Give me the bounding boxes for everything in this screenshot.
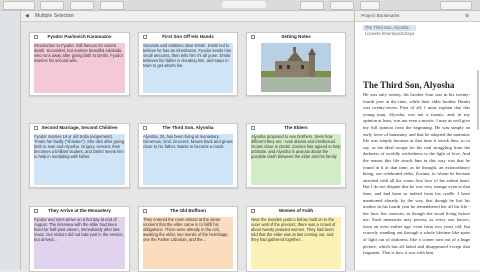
card-synopsis: Fyodor and sons arrive on a hot day at e… [34,217,125,269]
card-synopsis: They entered the room almost at the same… [143,217,233,269]
card-synopsis: Near the wooden portico below, built on … [251,217,341,269]
gear-icon[interactable]: ⚙ [465,13,469,19]
chevron-left-icon[interactable]: ◀ [25,13,29,19]
card-title: Fyodor Pavlovich Karamazov [47,34,112,39]
compose-button[interactable] [300,1,324,10]
card-synopsis: Alyosha, 20, has been living at monaster… [143,134,233,185]
window-toolbar [0,0,480,11]
search-button[interactable] [360,1,380,10]
card-title: The Old Buffoon [170,208,206,213]
card-title: First Son Off His Hands [162,34,214,39]
card-synopsis: Fyodor marries 16 yr old Sofia (elopemen… [34,134,125,185]
corkboard-header: ◀ Multiple Selection [21,11,354,22]
corkboard: Fyodor Pavlovich Karamazov Introduction … [21,22,354,272]
binder-sidebar[interactable] [0,11,21,270]
window-title-bar [222,1,266,8]
index-card-2[interactable]: First Son Off His Hands Servants and rel… [138,32,238,96]
card-title: The Third Son, Alyosha [162,125,214,130]
index-card-7[interactable]: They Arrive at the Monastery Fyodor and … [29,206,130,272]
viewer-header-label: Project Bookmarks [361,13,400,18]
card-title: They Arrive at the Monastery [48,208,111,213]
index-card-8[interactable]: The Old Buffoon They entered the room al… [138,206,238,272]
view-mode-button[interactable] [3,1,35,10]
document-title: The Third Son, Alyosha [363,80,455,90]
card-synopsis: Introduction to Fyodor. Still famous for… [34,43,125,93]
index-card-5[interactable]: The Third Son, Alyosha Alyosha, 20, has … [138,123,238,188]
index-card-3[interactable]: Setting Notes [246,32,346,96]
card-synopsis: Alyosha proposed to see brothers. Sees h… [251,134,341,185]
corkboard-header-label: Multiple Selection [35,13,75,19]
keywords-button[interactable] [330,1,354,10]
card-title: Women of Faith [278,208,314,213]
bookmark-list: The Third Son, Alyosha Lizaveta Smerdyas… [363,25,417,37]
document-body[interactable]: He was only twenty, his brother Ivan was… [363,92,470,257]
scrollbar[interactable] [477,70,479,130]
back-forward-button[interactable] [40,1,64,10]
format-button[interactable] [100,1,124,10]
card-synopsis: Servants and relatives raise Dmitri. Dmi… [143,43,233,93]
index-card-6[interactable]: The Elders Alyosha proposed to see broth… [246,123,346,188]
index-card-9[interactable]: Women of Faith Near the wooden portico b… [246,206,346,272]
document-viewer-pane: Project Bookmarks ⚙ The Third Son, Alyos… [355,11,480,270]
index-card-4[interactable]: Second Marriage, Second Children Fyodor … [29,123,130,188]
monastery-photo [261,43,331,92]
card-title: The Elders [284,125,308,130]
card-title: Second Marriage, Second Children [41,125,118,130]
viewer-header: Project Bookmarks ⚙ [355,11,480,22]
inspector-toggle-button[interactable] [440,1,472,10]
add-document-button[interactable] [70,1,94,10]
index-card-1[interactable]: Fyodor Pavlovich Karamazov Introduction … [29,32,130,96]
bookmark-item[interactable]: Lizaveta Smerdyashchaya [363,31,416,37]
card-title: Setting Notes [281,34,311,39]
